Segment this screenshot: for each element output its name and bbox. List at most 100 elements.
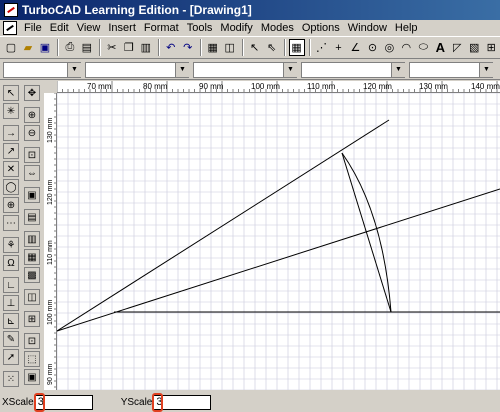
dimension-linear-icon[interactable]: ⊥ <box>3 295 19 311</box>
toolbar-separator <box>308 39 311 56</box>
layer-icon[interactable]: ◫ <box>222 39 238 56</box>
select-tool-icon[interactable]: ↖ <box>3 85 19 101</box>
copy-icon[interactable]: ❐ <box>121 39 137 56</box>
zoom-out-icon[interactable]: ⊖ <box>24 125 40 141</box>
star-snap-icon[interactable]: ✳ <box>3 103 19 119</box>
chevron-down-icon[interactable]: ▼ <box>283 62 297 77</box>
line-tool-icon[interactable]: → <box>3 125 19 141</box>
point-icon[interactable]: ⋰ <box>314 39 330 56</box>
standard-toolbar: ▢ ▰ ▣ ⎙ ▤ ✂ ❐ ▥ ↶ ↷ ▦ ◫ ↖ ⇖ ▦ ⋰ + ∠ ⊙ ◎ … <box>0 37 500 59</box>
view-grid-icon[interactable]: ▩ <box>24 267 40 283</box>
construction-line-upper[interactable] <box>56 119 390 332</box>
zoom-extents-icon[interactable]: ⇔ <box>24 165 40 181</box>
insert-icon[interactable]: ⊞ <box>483 39 499 56</box>
hatch-icon[interactable]: ▧ <box>466 39 482 56</box>
view-icon[interactable]: ▥ <box>24 231 40 247</box>
menu-modes[interactable]: Modes <box>257 22 298 34</box>
turbocad-app-icon <box>4 3 18 17</box>
zoom-window-icon[interactable]: ⊡ <box>24 147 40 163</box>
magnet-icon[interactable]: Ω <box>3 255 19 271</box>
undo-icon[interactable]: ↶ <box>163 39 179 56</box>
select-edit-icon[interactable]: ⇖ <box>264 39 280 56</box>
node-edit-icon[interactable]: ⚘ <box>3 237 19 253</box>
menu-file[interactable]: File <box>20 22 46 34</box>
print-preview-icon[interactable]: ▤ <box>79 39 95 56</box>
snap-vertex-icon[interactable]: ⊡ <box>24 333 40 349</box>
arrow-point-icon[interactable]: ➚ <box>3 349 19 365</box>
pen-style-combo[interactable]: ▼ <box>193 61 297 78</box>
ruler-corner <box>44 81 57 93</box>
save-icon[interactable]: ▣ <box>37 39 53 56</box>
cut-icon[interactable]: ✂ <box>104 39 120 56</box>
angle-line-icon[interactable]: ↗ <box>3 143 19 159</box>
yscale-highlight <box>152 393 164 412</box>
menu-window[interactable]: Window <box>344 22 391 34</box>
pen-width-combo[interactable]: ▼ <box>301 61 405 78</box>
dot-grid-icon[interactable]: ⁙ <box>3 371 19 387</box>
chord-line[interactable] <box>341 152 392 313</box>
arc-icon[interactable]: ◠ <box>398 39 414 56</box>
dimension-icon[interactable]: ◸ <box>449 39 465 56</box>
menu-edit[interactable]: Edit <box>46 22 73 34</box>
crosshair-icon[interactable]: + <box>331 39 347 56</box>
drawing-canvas[interactable] <box>56 92 500 391</box>
pan-icon[interactable]: ✥ <box>24 85 40 101</box>
font-combo[interactable]: ▼ <box>409 61 493 78</box>
snap-pointer-icon[interactable]: ⬚ <box>24 351 40 367</box>
select-icon[interactable]: ↖ <box>247 39 263 56</box>
color-combo[interactable]: ▼ <box>85 61 189 78</box>
open-folder-icon[interactable]: ▰ <box>20 39 36 56</box>
circle-center-icon[interactable]: ⊕ <box>3 197 19 213</box>
menu-tools[interactable]: Tools <box>183 22 217 34</box>
chevron-down-icon[interactable]: ▼ <box>67 62 81 77</box>
zoom-previous-icon[interactable]: ▣ <box>24 187 40 203</box>
grid-snap-icon[interactable]: ⋯ <box>3 215 19 231</box>
pencil-icon[interactable]: ✎ <box>3 331 19 347</box>
menu-modify[interactable]: Modify <box>216 22 256 34</box>
xscale-input[interactable]: 3 <box>33 393 93 412</box>
cross-line-icon[interactable]: ✕ <box>3 161 19 177</box>
text-icon[interactable]: A <box>432 39 448 56</box>
paste-icon[interactable]: ▥ <box>138 39 154 56</box>
chevron-down-icon[interactable]: ▼ <box>391 62 405 77</box>
ruler-left-label: 120 mm <box>47 180 54 205</box>
menu-format[interactable]: Format <box>140 22 183 34</box>
zoom-in-icon[interactable]: ⊕ <box>24 107 40 123</box>
circle-icon[interactable]: ⊙ <box>364 39 380 56</box>
menu-help[interactable]: Help <box>391 22 422 34</box>
dimension-angular-icon[interactable]: ⊾ <box>3 313 19 329</box>
menu-insert[interactable]: Insert <box>104 22 140 34</box>
snap-object-icon[interactable]: ▣ <box>24 369 40 385</box>
document-system-menu-icon[interactable] <box>3 21 17 35</box>
menu-view[interactable]: View <box>73 22 105 34</box>
window-title: TurboCAD Learning Edition - [Drawing1] <box>22 3 252 17</box>
layer-combo[interactable]: ▼ <box>3 61 81 78</box>
zoom-all-icon[interactable]: ▤ <box>24 209 40 225</box>
circle-tool-icon[interactable]: ◯ <box>3 179 19 195</box>
construction-line-lower[interactable] <box>56 188 500 332</box>
snap-grid-icon[interactable]: ⊞ <box>24 311 40 327</box>
ring-icon[interactable]: ◎ <box>381 39 397 56</box>
angle-icon[interactable]: ∠ <box>347 39 363 56</box>
dimension-tool-icon[interactable]: ∟ <box>3 277 19 293</box>
view-top-icon[interactable]: ▦ <box>24 249 40 265</box>
ellipse-icon[interactable]: ⬭ <box>415 39 431 56</box>
print-icon[interactable]: ⎙ <box>62 39 78 56</box>
drawing-area[interactable] <box>56 92 500 391</box>
ruler-left-label: 110 mm <box>47 240 54 265</box>
redo-icon[interactable]: ↷ <box>180 39 196 56</box>
toolbar-separator <box>98 39 101 56</box>
new-document-icon[interactable]: ▢ <box>3 39 19 56</box>
menu-options[interactable]: Options <box>298 22 344 34</box>
chevron-down-icon[interactable]: ▼ <box>175 62 189 77</box>
chevron-down-icon[interactable]: ▼ <box>479 62 493 77</box>
ruler-left-label: 130 mm <box>47 118 54 143</box>
table-icon[interactable]: ▦ <box>288 39 305 56</box>
layers-icon[interactable]: ◫ <box>24 289 40 305</box>
toolbar-separator <box>157 39 160 56</box>
ruler-left-label: 90 mm <box>47 363 54 385</box>
ruler-top-label: 90 mm <box>199 82 224 91</box>
yscale-input[interactable]: 3 <box>152 393 212 412</box>
title-bar[interactable]: TurboCAD Learning Edition - [Drawing1] <box>0 0 500 20</box>
property-icon[interactable]: ▦ <box>205 39 221 56</box>
